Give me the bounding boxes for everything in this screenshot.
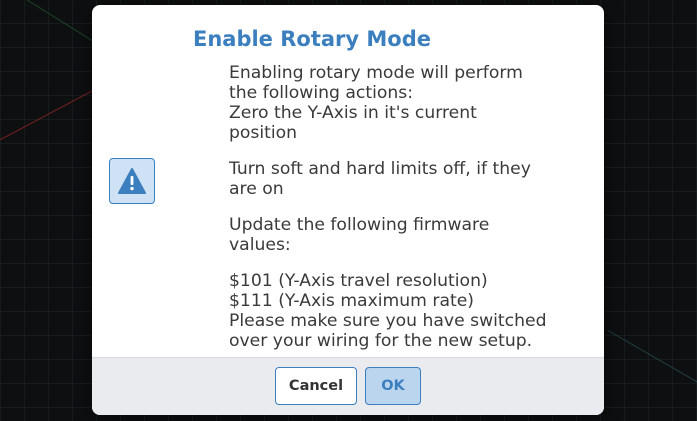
intro-line-1: Enabling rotary mode will perform [229,63,523,83]
setting-111: $111 (Y-Axis maximum rate) [229,291,474,311]
ok-button[interactable]: OK [365,367,421,405]
warning-icon [118,168,146,194]
intro-line-2: the following actions: [229,83,414,103]
wiring-line-1: Please make sure you have switched [229,311,547,331]
warning-icon-box [109,158,155,204]
limits-line-2: are on [229,179,284,199]
firmware-line-2: values: [229,235,291,255]
dialog-message: Enabling rotary mode will perform the fo… [229,63,569,351]
grid-guide-line [607,330,697,391]
zero-axis-line-1: Zero the Y-Axis in it's current [229,103,477,123]
wiring-line-2: over your wiring for the new setup. [229,331,533,351]
limits-line-1: Turn soft and hard limits off, if they [229,159,531,179]
firmware-line-1: Update the following firmware [229,215,490,235]
zero-axis-line-2: position [229,123,298,143]
dialog-footer: Cancel OK [92,357,604,415]
enable-rotary-mode-dialog: Enable Rotary Mode Enabling rotary mode … [92,5,604,415]
setting-101: $101 (Y-Axis travel resolution) [229,271,488,291]
dialog-title: Enable Rotary Mode [192,27,431,51]
y-axis-line [25,0,95,43]
cancel-button[interactable]: Cancel [275,367,357,405]
